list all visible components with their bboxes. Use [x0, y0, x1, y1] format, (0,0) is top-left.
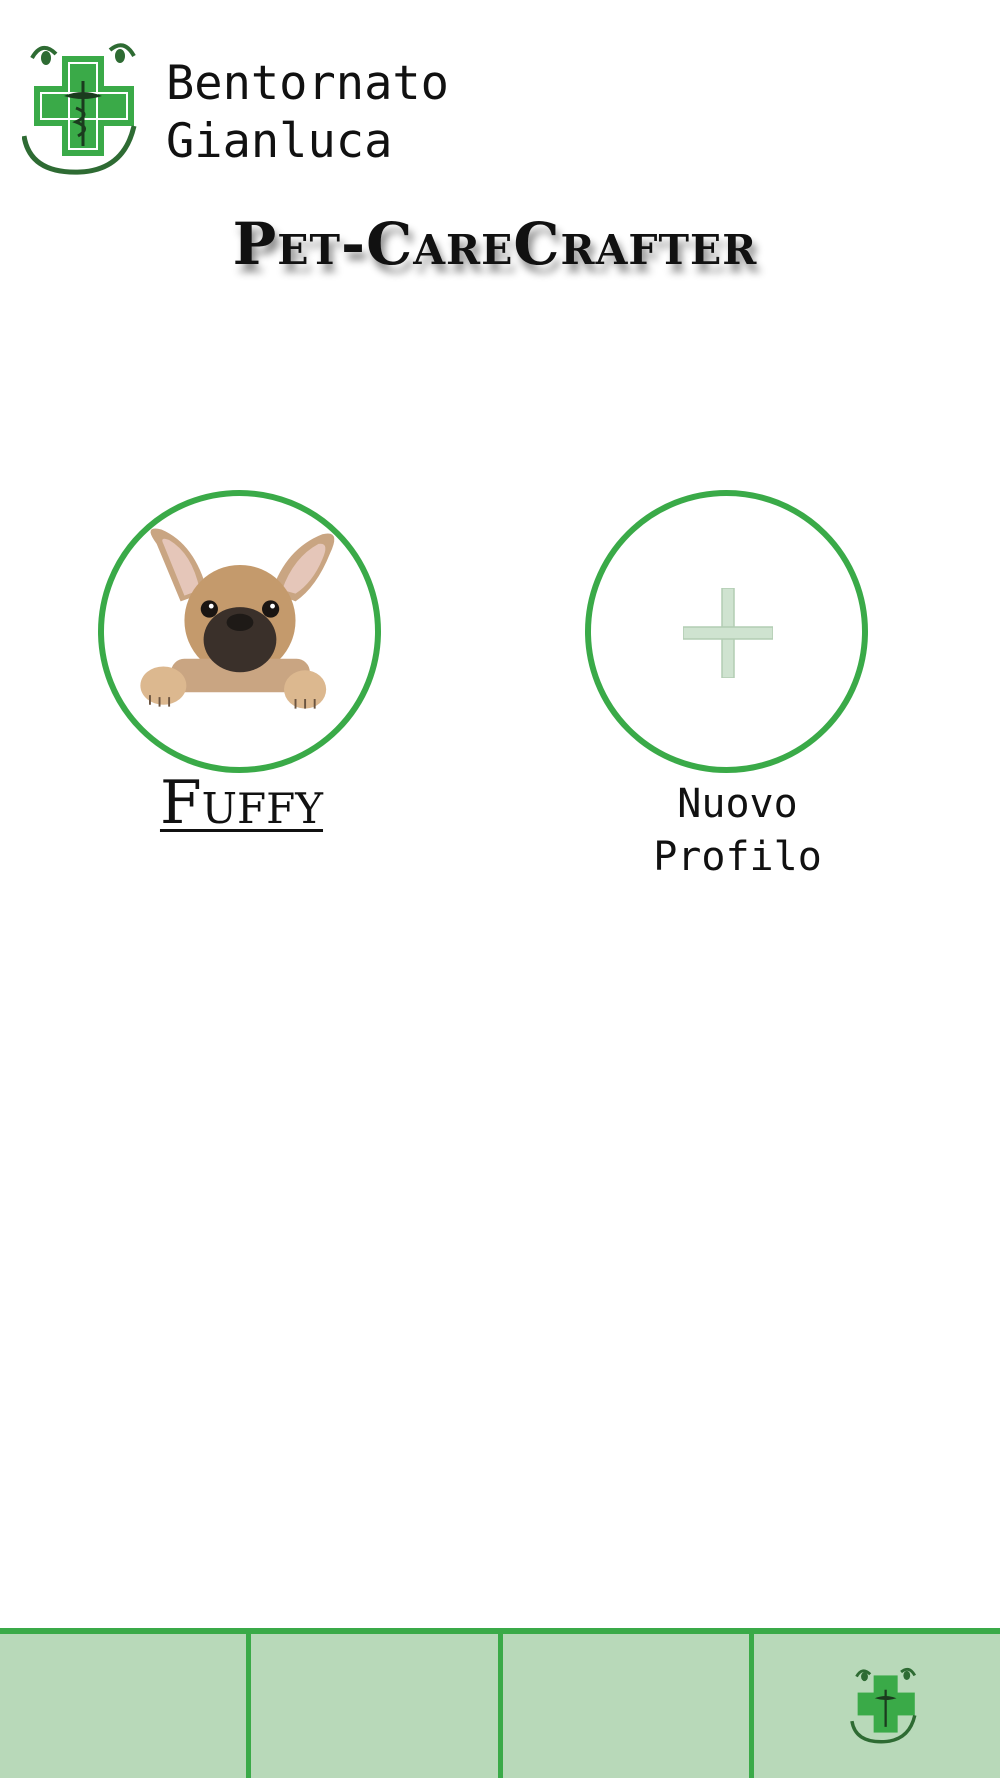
nav-item-4[interactable] — [754, 1634, 1000, 1778]
pet-avatar-fuffy[interactable] — [98, 490, 381, 773]
new-profile-label-line-2: Profilo — [653, 834, 822, 880]
new-profile-button[interactable] — [585, 490, 868, 773]
bottom-navigation — [0, 1628, 1000, 1778]
new-profile-label-line-1: Nuovo — [677, 781, 798, 827]
pet-name-fuffy[interactable]: Fuffy — [100, 768, 383, 838]
new-profile-label[interactable]: Nuovo Profilo — [585, 778, 890, 884]
nav-item-3[interactable] — [503, 1634, 754, 1778]
greeting: Bentornato Gianluca — [166, 55, 449, 171]
french-bulldog-photo — [140, 528, 335, 709]
user-name: Gianluca — [166, 114, 393, 169]
nav-item-1[interactable] — [0, 1634, 252, 1778]
app-logo-nav-icon — [849, 1667, 917, 1744]
greeting-line-1: Bentornato — [166, 56, 449, 111]
plus-icon — [683, 588, 773, 678]
nav-item-2[interactable] — [251, 1634, 503, 1778]
app-logo-icon — [21, 36, 147, 176]
app-title: Pet-CareCrafter — [232, 210, 758, 278]
